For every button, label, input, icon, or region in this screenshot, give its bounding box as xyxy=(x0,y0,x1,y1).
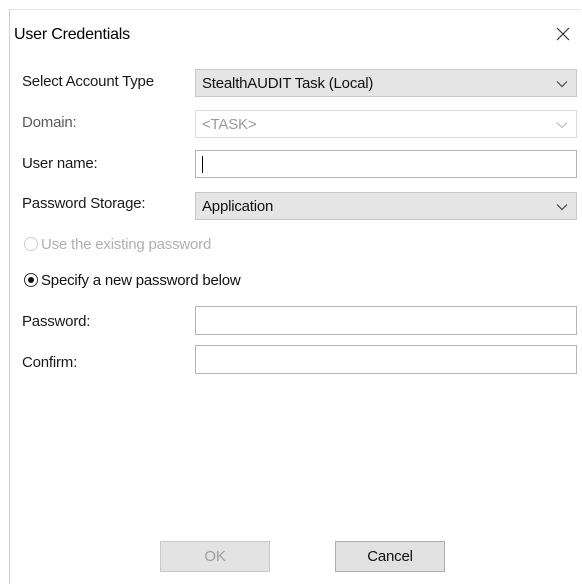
domain-value: <TASK> xyxy=(202,116,257,133)
password-input[interactable] xyxy=(195,306,577,335)
text-caret xyxy=(202,156,203,173)
user-credentials-dialog: User Credentials Select Account Type Ste… xyxy=(9,9,581,584)
username-label: User name: xyxy=(22,155,98,172)
account-type-dropdown[interactable]: StealthAUDIT Task (Local) xyxy=(195,69,577,97)
dialog-title: User Credentials xyxy=(14,26,130,43)
cancel-button[interactable]: Cancel xyxy=(335,541,445,572)
close-button[interactable] xyxy=(549,22,577,48)
confirm-label: Confirm: xyxy=(22,354,78,371)
radio-dot xyxy=(28,277,34,283)
domain-label: Domain: xyxy=(22,114,77,131)
title-bar: User Credentials xyxy=(10,10,581,58)
chevron-down-icon xyxy=(556,81,568,88)
password-storage-label: Password Storage: xyxy=(22,195,146,212)
account-type-label: Select Account Type xyxy=(22,73,154,90)
chevron-down-icon xyxy=(556,122,568,129)
password-storage-dropdown[interactable]: Application xyxy=(195,192,577,220)
domain-dropdown: <TASK> xyxy=(195,110,577,138)
username-input[interactable] xyxy=(195,150,577,178)
password-storage-value: Application xyxy=(202,198,274,215)
account-type-value: StealthAUDIT Task (Local) xyxy=(202,75,374,92)
use-existing-password-label: Use the existing password xyxy=(41,236,212,253)
ok-button[interactable]: OK xyxy=(160,541,270,572)
close-icon xyxy=(556,27,570,41)
password-label: Password: xyxy=(22,313,91,330)
specify-new-password-label: Specify a new password below xyxy=(41,272,241,289)
radio-circle xyxy=(24,273,38,287)
radio-circle xyxy=(24,237,38,251)
chevron-down-icon xyxy=(556,204,568,211)
confirm-password-input[interactable] xyxy=(195,345,577,374)
